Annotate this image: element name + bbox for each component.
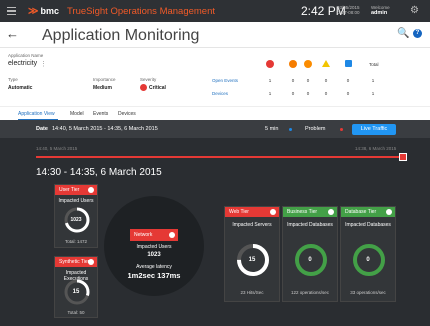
- interval-select[interactable]: 5 min: [265, 126, 278, 132]
- app-name-label: Application Name: [8, 53, 44, 58]
- dropdown-dot-icon: [289, 128, 292, 131]
- total-label: Total: [369, 62, 379, 67]
- device-count[interactable]: 0: [288, 91, 298, 96]
- network-latency-label: Average latency: [136, 264, 172, 270]
- major-icon: [289, 60, 297, 68]
- synthetic-tier-header: Synthetic Tier: [55, 257, 97, 267]
- filter-select[interactable]: Problem: [305, 126, 325, 132]
- date-display: 03/05/2015 GMT-08:00: [337, 5, 360, 15]
- tab-application-view[interactable]: Application View: [18, 111, 55, 117]
- device-count[interactable]: 0: [321, 91, 331, 96]
- web-tier-metric-label: Impacted Servers: [232, 222, 272, 228]
- timeline-start: 14:40, 5 March 2015: [36, 146, 78, 151]
- database-tier-footer: 33 operations/sec: [350, 290, 386, 295]
- business-tier-header: Business Tier: [283, 207, 337, 217]
- application-info-panel: Application Name electricity ⋮ Type Auto…: [0, 48, 430, 106]
- help-icon[interactable]: ?: [413, 29, 422, 38]
- tab-devices[interactable]: Devices: [118, 111, 136, 117]
- importance-value: Medium: [93, 85, 112, 91]
- critical-icon: [266, 60, 274, 68]
- network-metric-label: Impacted Users: [136, 244, 172, 250]
- user-tier-value: 1023: [70, 217, 82, 223]
- app-name-value[interactable]: electricity: [8, 60, 37, 67]
- live-traffic-button[interactable]: Live Traffic: [352, 124, 396, 135]
- status-icon: [169, 232, 175, 238]
- device-count[interactable]: 1: [368, 91, 378, 96]
- timeline-end: 14:38, 6 March 2015: [355, 146, 397, 151]
- synthetic-tier-value: 15: [72, 289, 80, 295]
- network-header: Network: [130, 229, 178, 241]
- view-tabs: Application View Model Events Devices: [0, 106, 430, 121]
- page-header: ← Application Monitoring 🔍 ?: [0, 22, 430, 48]
- event-count[interactable]: 1: [265, 78, 275, 83]
- brand-logo: ≫ bmc: [28, 5, 59, 17]
- web-tier-footer: 23 Hits/Sec: [240, 290, 264, 295]
- database-tier-card[interactable]: Database Tier Impacted Databases 0 33 op…: [340, 206, 396, 302]
- database-tier-header: Database Tier: [341, 207, 395, 217]
- business-tier-value: 0: [308, 257, 312, 263]
- info-icon: [345, 60, 352, 67]
- date-range-value[interactable]: 14:40, 5 March 2015 - 14:35, 6 March 201…: [52, 126, 158, 132]
- business-tier-footer: 122 operations/sec: [290, 290, 330, 295]
- database-tier-value: 0: [366, 257, 370, 263]
- product-name: TrueSight Operations Management: [66, 5, 216, 17]
- database-tier-metric-label: Impacted Databases: [345, 222, 391, 228]
- device-count[interactable]: 0: [303, 91, 313, 96]
- gear-icon[interactable]: ⚙: [410, 5, 419, 16]
- event-count[interactable]: 1: [368, 78, 378, 83]
- back-arrow-icon[interactable]: ←: [6, 26, 19, 41]
- status-icon: [88, 259, 94, 265]
- web-tier-card[interactable]: Web Tier Impacted Servers 15 23 Hits/Sec: [224, 206, 280, 302]
- user-tier-header: User Tier: [55, 185, 97, 195]
- ok-icon: [328, 209, 334, 215]
- menu-icon[interactable]: [0, 0, 22, 22]
- network-node[interactable]: Network Impacted Users 1023 Average late…: [104, 196, 204, 296]
- event-count[interactable]: 0: [343, 78, 353, 83]
- severity-label: Severity: [140, 77, 157, 82]
- devices-label[interactable]: Devices: [212, 91, 228, 96]
- filter-dot-icon: [340, 128, 343, 131]
- user-tier-metric-label: Impacted Users: [58, 198, 94, 204]
- page-title: Application Monitoring: [42, 27, 200, 44]
- network-latency-value: 1m2sec 137ms: [127, 271, 181, 280]
- event-count[interactable]: 0: [303, 78, 313, 83]
- warning-icon: [322, 60, 330, 67]
- open-events-label[interactable]: Open Events: [212, 78, 238, 83]
- critical-icon: [140, 84, 147, 91]
- event-count[interactable]: 0: [288, 78, 298, 83]
- ok-icon: [386, 209, 392, 215]
- timeline-slider[interactable]: [36, 156, 399, 158]
- synthetic-tier-card[interactable]: Synthetic Tier Impacted Executions 15 To…: [54, 256, 98, 318]
- type-value: Automatic: [8, 85, 33, 91]
- importance-label: Importance: [93, 77, 116, 82]
- top-bar: ≫ bmc TrueSight Operations Management 2:…: [0, 0, 430, 22]
- search-icon[interactable]: 🔍: [397, 28, 409, 39]
- user-menu[interactable]: Welcome admin: [371, 5, 390, 16]
- tab-events[interactable]: Events: [93, 111, 108, 117]
- web-tier-header: Web Tier: [225, 207, 279, 217]
- event-count[interactable]: 0: [321, 78, 331, 83]
- business-tier-card[interactable]: Business Tier Impacted Databases 0 122 o…: [282, 206, 338, 302]
- device-count[interactable]: 1: [265, 91, 275, 96]
- type-label: Type: [8, 77, 18, 82]
- range-title: 14:30 - 14:35, 6 March 2015: [36, 167, 162, 178]
- app-name-more-icon[interactable]: ⋮: [40, 60, 47, 68]
- synthetic-tier-total: Total: 50: [67, 310, 85, 315]
- status-icon: [88, 187, 94, 193]
- status-icon: [270, 209, 276, 215]
- user-tier-total: Total: 1472: [64, 239, 88, 244]
- date-label: Date: [36, 126, 48, 132]
- business-tier-metric-label: Impacted Databases: [287, 222, 333, 228]
- minor-icon: [304, 60, 312, 68]
- user-tier-card[interactable]: User Tier Impacted Users 1023 Total: 147…: [54, 184, 98, 248]
- tab-model[interactable]: Model: [70, 111, 84, 117]
- timeline-handle[interactable]: [399, 153, 407, 161]
- web-tier-value: 15: [248, 257, 256, 263]
- severity-value: Critical: [140, 84, 166, 91]
- date-bar: Date 14:40, 5 March 2015 - 14:35, 6 Marc…: [0, 120, 430, 138]
- network-value: 1023: [147, 252, 161, 258]
- device-count[interactable]: 0: [343, 91, 353, 96]
